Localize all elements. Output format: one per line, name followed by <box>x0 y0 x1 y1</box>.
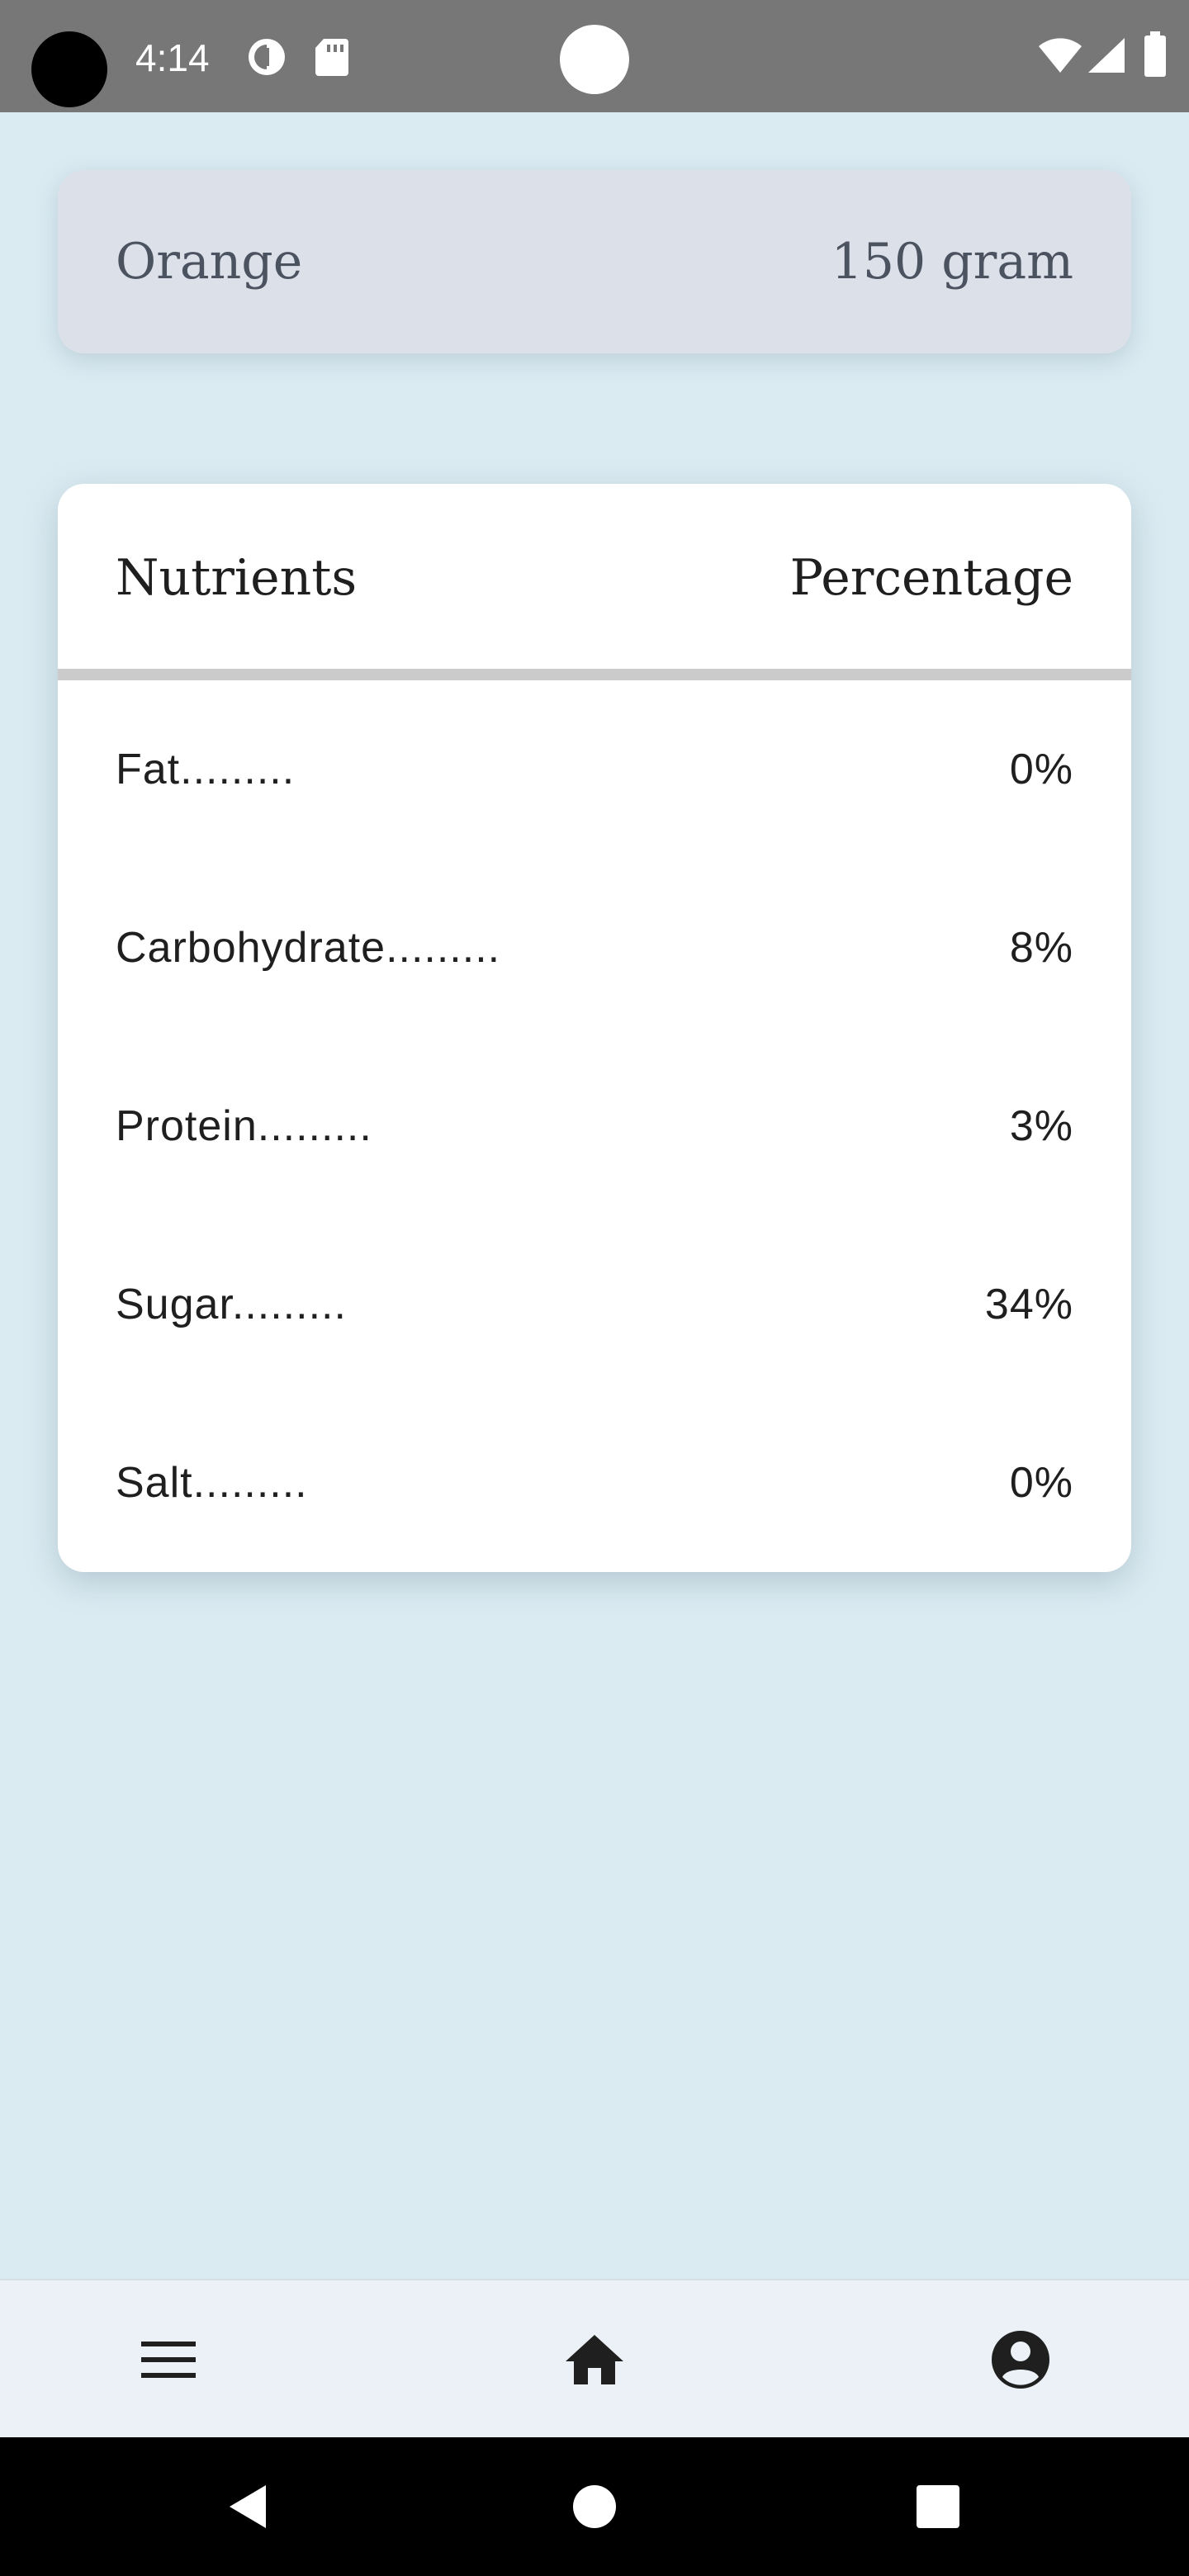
status-time: 4:14 <box>135 36 210 79</box>
back-icon <box>230 2485 266 2528</box>
menu-button[interactable] <box>86 2280 251 2439</box>
table-header: Nutrients Percentage <box>58 484 1131 669</box>
nutrient-name: Carbohydrate......... <box>116 924 501 972</box>
account-button[interactable] <box>938 2280 1103 2439</box>
nutrient-row-sugar: Sugar......... 34% <box>58 1215 1131 1394</box>
nutrient-row-fat: Fat......... 0% <box>58 680 1131 859</box>
nutrient-percentage: 3% <box>1009 1102 1073 1150</box>
home-circle-icon <box>573 2485 616 2528</box>
sd-card-icon <box>315 39 348 76</box>
nutrient-row-protein: Protein......... 3% <box>58 1037 1131 1215</box>
home-button[interactable] <box>512 2280 677 2439</box>
battery-icon <box>1144 31 1166 77</box>
nutrient-name: Salt......... <box>116 1459 308 1507</box>
header-divider <box>58 669 1131 680</box>
product-name: Orange <box>116 233 303 291</box>
nutrient-name: Protein......... <box>116 1102 372 1150</box>
nutrients-table-card: Nutrients Percentage Fat......... 0% Car… <box>58 484 1131 1572</box>
system-home-button[interactable] <box>537 2437 652 2576</box>
account-icon <box>992 2331 1049 2389</box>
system-navigation-bar <box>0 2437 1189 2576</box>
nutrient-name: Sugar......... <box>116 1281 347 1328</box>
nutrients-header: Nutrients <box>116 549 358 607</box>
product-card[interactable]: Orange 150 gram <box>58 170 1131 353</box>
camera-cutout <box>31 31 107 107</box>
front-camera-dot <box>560 25 629 94</box>
product-amount: 150 gram <box>831 233 1073 291</box>
data-saver-icon <box>249 39 285 75</box>
nutrient-percentage: 8% <box>1009 924 1073 972</box>
nutrient-percentage: 0% <box>1009 1459 1073 1507</box>
wifi-icon <box>1039 38 1082 73</box>
system-recents-button[interactable] <box>880 2437 996 2576</box>
nutrient-percentage: 0% <box>1009 746 1073 793</box>
menu-icon <box>141 2342 196 2378</box>
bottom-navigation <box>0 2279 1189 2437</box>
signal-icon <box>1088 38 1125 73</box>
percentage-header: Percentage <box>789 549 1073 607</box>
nutrient-percentage: 34% <box>984 1281 1073 1328</box>
nutrient-row-salt: Salt......... 0% <box>58 1394 1131 1572</box>
nutrient-name: Fat......... <box>116 746 296 793</box>
nutrient-row-carbohydrate: Carbohydrate......... 8% <box>58 859 1131 1037</box>
recents-icon <box>917 2485 959 2528</box>
status-bar: 4:14 <box>0 0 1189 112</box>
system-back-button[interactable] <box>190 2437 306 2576</box>
home-icon <box>566 2335 623 2384</box>
